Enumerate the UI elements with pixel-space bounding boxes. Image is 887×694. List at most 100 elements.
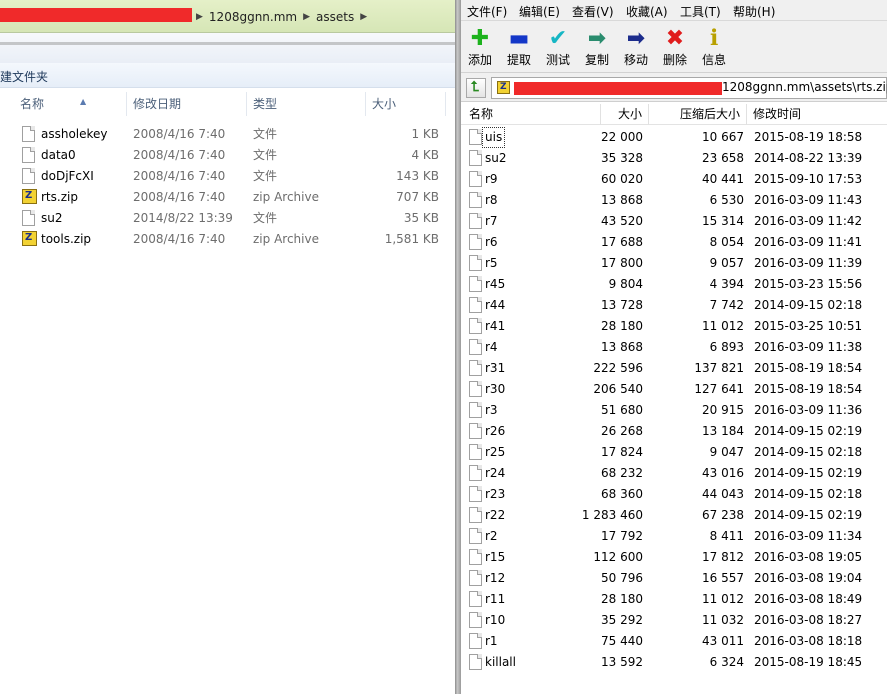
table-row[interactable]: killall 13 592 6 324 2015-08-19 18:45 <box>461 652 887 673</box>
archive-column-header: 名称 大小 压缩后大小 修改时间 <box>461 104 887 125</box>
zip-icon <box>497 80 510 94</box>
entry-size: 28 180 <box>601 592 643 606</box>
entry-size: 1 283 460 <box>581 508 643 522</box>
entry-name: r7 <box>485 214 498 228</box>
breadcrumb-item[interactable]: assets <box>316 10 354 24</box>
table-row[interactable]: r9 60 020 40 441 2015-09-10 17:53 <box>461 169 887 190</box>
entry-packed-size: 43 016 <box>702 466 744 480</box>
column-name[interactable]: 名称 ▲ <box>14 92 127 116</box>
table-row[interactable]: r24 68 232 43 016 2014-09-15 02:19 <box>461 463 887 484</box>
file-icon <box>469 465 482 481</box>
table-row[interactable]: data0 2008/4/16 7:40 文件 4 KB <box>0 145 455 166</box>
entry-size: 35 292 <box>601 613 643 627</box>
up-folder-button[interactable]: ⮤ <box>466 78 486 98</box>
table-row[interactable]: r22 1 283 460 67 238 2014-09-15 02:19 <box>461 505 887 526</box>
toolbar-button-移动[interactable]: ➡ 移动 <box>617 25 655 71</box>
toolbar-button-label: 信息 <box>701 53 726 67</box>
table-row[interactable]: r6 17 688 8 054 2016-03-09 11:41 <box>461 232 887 253</box>
table-row[interactable]: rts.zip 2008/4/16 7:40 zip Archive 707 KB <box>0 187 455 208</box>
file-type: 文件 <box>253 211 278 225</box>
column-date[interactable]: 修改日期 <box>127 92 247 116</box>
entry-size: 13 728 <box>601 298 643 312</box>
menu-item[interactable]: 工具(T) <box>680 3 721 20</box>
table-row[interactable]: assholekey 2008/4/16 7:40 文件 1 KB <box>0 124 455 145</box>
column-size[interactable]: 大小 <box>601 104 649 125</box>
file-icon <box>469 171 482 187</box>
table-row[interactable]: tools.zip 2008/4/16 7:40 zip Archive 1,581 … <box>0 229 455 250</box>
entry-modified: 2015-03-23 15:56 <box>754 277 863 291</box>
entry-packed-size: 43 011 <box>702 634 744 648</box>
menu-item[interactable]: 编辑(E) <box>519 3 560 20</box>
column-date-label: 修改日期 <box>133 97 182 111</box>
toolbar-button-复制[interactable]: ➡ 复制 <box>578 25 616 71</box>
entry-packed-size: 15 314 <box>702 214 744 228</box>
table-row[interactable]: r44 13 728 7 742 2014-09-15 02:18 <box>461 295 887 316</box>
table-row[interactable]: r12 50 796 16 557 2016-03-08 19:04 <box>461 568 887 589</box>
table-row[interactable]: r10 35 292 11 032 2016-03-08 18:27 <box>461 610 887 631</box>
toolbar-button-提取[interactable]: ▬ 提取 <box>500 25 538 71</box>
table-row[interactable]: r15 112 600 17 812 2016-03-08 19:05 <box>461 547 887 568</box>
table-row[interactable]: r30 206 540 127 641 2015-08-19 18:54 <box>461 379 887 400</box>
column-size[interactable]: 大小 <box>366 92 446 116</box>
toolbar-button-删除[interactable]: ✖ 删除 <box>656 25 694 71</box>
up-arrow-icon: ⮤ <box>471 79 480 95</box>
column-packed-size[interactable]: 压缩后大小 <box>649 104 747 125</box>
entry-size: 26 268 <box>601 424 643 438</box>
entry-modified: 2016-03-09 11:36 <box>754 403 863 417</box>
entry-modified: 2016-03-09 11:39 <box>754 256 863 270</box>
table-row[interactable]: su2 35 328 23 658 2014-08-22 13:39 <box>461 148 887 169</box>
entry-packed-size: 127 641 <box>694 382 744 396</box>
menu-item[interactable]: 文件(F) <box>467 3 507 20</box>
file-icon <box>469 192 482 208</box>
table-row[interactable]: r4 13 868 6 893 2016-03-09 11:38 <box>461 337 887 358</box>
table-row[interactable]: r2 17 792 8 411 2016-03-09 11:34 <box>461 526 887 547</box>
column-modified[interactable]: 修改时间 <box>747 104 887 125</box>
table-row[interactable]: r7 43 520 15 314 2016-03-09 11:42 <box>461 211 887 232</box>
entry-modified: 2016-03-09 11:42 <box>754 214 863 228</box>
table-row[interactable]: r8 13 868 6 530 2016-03-09 11:43 <box>461 190 887 211</box>
plus-icon: ✚ <box>470 26 490 51</box>
file-type: 文件 <box>253 127 278 141</box>
table-row[interactable]: su2 2014/8/22 13:39 文件 35 KB <box>0 208 455 229</box>
file-type: 文件 <box>253 169 278 183</box>
table-row[interactable]: r26 26 268 13 184 2014-09-15 02:19 <box>461 421 887 442</box>
file-name: doDjFcXI <box>41 169 94 183</box>
entry-packed-size: 11 012 <box>702 592 744 606</box>
entry-modified: 2014-09-15 02:18 <box>754 445 863 459</box>
entry-size: 35 328 <box>601 151 643 165</box>
new-folder-button[interactable]: 建文件夹 <box>0 68 48 85</box>
entry-modified: 2014-09-15 02:19 <box>754 424 863 438</box>
minus-icon: ▬ <box>508 26 530 51</box>
toolbar-button-测试[interactable]: ✔ 测试 <box>539 25 577 71</box>
column-name[interactable]: 名称 <box>461 104 601 125</box>
table-row[interactable]: r31 222 596 137 821 2015-08-19 18:54 <box>461 358 887 379</box>
table-row[interactable]: r25 17 824 9 047 2014-09-15 02:18 <box>461 442 887 463</box>
table-row[interactable]: r41 28 180 11 012 2015-03-25 10:51 <box>461 316 887 337</box>
menu-item[interactable]: 收藏(A) <box>626 3 668 20</box>
entry-name: killall <box>485 655 516 669</box>
path-field[interactable]: 1208ggnn.mm\assets\rts.zip\ <box>491 77 887 99</box>
table-row[interactable]: uis 22 000 10 667 2015-08-19 18:58 <box>461 127 887 148</box>
address-bar[interactable]: ▶ 1208ggnn.mm ▶ assets ▶ <box>0 0 455 33</box>
breadcrumb-item[interactable]: 1208ggnn.mm <box>209 10 297 24</box>
table-row[interactable]: r3 51 680 20 915 2016-03-09 11:36 <box>461 400 887 421</box>
menu-item[interactable]: 查看(V) <box>572 3 614 20</box>
table-row[interactable]: doDjFcXI 2008/4/16 7:40 文件 143 KB <box>0 166 455 187</box>
table-row[interactable]: r5 17 800 9 057 2016-03-09 11:39 <box>461 253 887 274</box>
column-type[interactable]: 类型 <box>247 92 366 116</box>
redacted-path <box>0 8 192 22</box>
file-icon <box>22 147 35 163</box>
toolbar-button-信息[interactable]: ℹ 信息 <box>695 25 733 71</box>
toolbar-button-添加[interactable]: ✚ 添加 <box>461 25 499 71</box>
menu-item[interactable]: 帮助(H) <box>733 3 775 20</box>
table-row[interactable]: r23 68 360 44 043 2014-09-15 02:18 <box>461 484 887 505</box>
table-row[interactable]: r11 28 180 11 012 2016-03-08 18:49 <box>461 589 887 610</box>
column-packed-label: 压缩后大小 <box>679 107 740 121</box>
file-icon <box>22 210 35 226</box>
table-row[interactable]: r1 75 440 43 011 2016-03-08 18:18 <box>461 631 887 652</box>
entry-packed-size: 44 043 <box>702 487 744 501</box>
archiver-window: 文件(F) 编辑(E) 查看(V) 收藏(A) 工具(T) 帮助(H) ✚ 添加 ▬ 提取 ✔ 测试… <box>461 0 887 694</box>
entry-modified: 2016-03-09 11:41 <box>754 235 863 249</box>
file-date: 2008/4/16 7:40 <box>133 127 226 141</box>
table-row[interactable]: r45 9 804 4 394 2015-03-23 15:56 <box>461 274 887 295</box>
